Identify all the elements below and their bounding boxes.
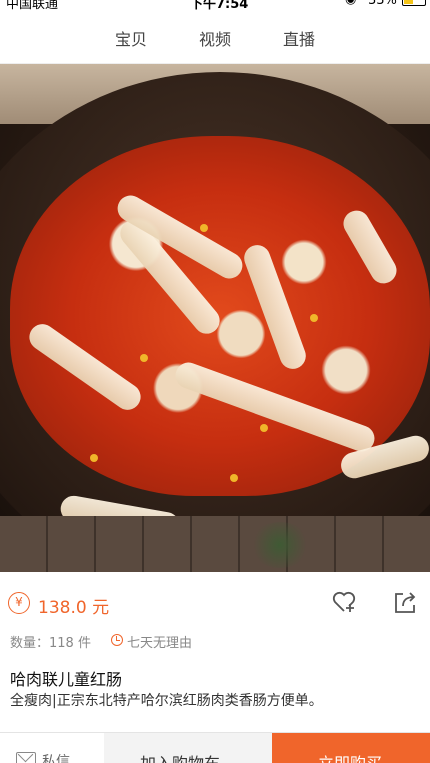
- mail-icon: [16, 752, 36, 763]
- product-subtitle: 全瘦肉|正宗东北特产哈尔滨红肠肉类香肠方便单。: [10, 693, 323, 709]
- content-tabs: 宝贝 视频 直播: [0, 12, 430, 64]
- image-strip-bottom: [0, 516, 430, 572]
- product-meta: 数量：118 件 七天无理由: [10, 632, 430, 652]
- product-price: 138.0 元: [38, 598, 110, 618]
- tab-live[interactable]: 直播: [283, 26, 315, 50]
- message-label: 私信: [42, 754, 70, 763]
- tab-video[interactable]: 视频: [199, 26, 231, 50]
- stock-quantity: 数量：118 件: [10, 636, 91, 651]
- price-row: ¥ 138.0 元: [0, 580, 430, 626]
- chili-seed: [310, 314, 318, 322]
- yen-icon: ¥: [8, 592, 30, 614]
- share-icon[interactable]: [391, 588, 419, 616]
- return-policy: 七天无理由: [127, 636, 193, 651]
- add-to-cart-label: 加入购物车: [140, 750, 220, 763]
- chili-seed: [230, 474, 238, 482]
- tab-item[interactable]: 宝贝: [115, 26, 147, 50]
- status-bar: 中国联通 ◠ 下午7:54 ◉ 33%: [0, 0, 430, 12]
- clock-icon: [111, 634, 123, 646]
- battery-icon: [402, 0, 426, 6]
- battery-percent: 33%: [368, 0, 397, 8]
- chili-seed: [200, 224, 208, 232]
- product-image[interactable]: [0, 64, 430, 516]
- add-to-cart-button[interactable]: 加入购物车: [104, 733, 272, 763]
- carrier-label: 中国联通: [6, 0, 59, 12]
- buy-now-label: 立即购买: [318, 750, 382, 763]
- clock-time: 下午7:54: [190, 0, 249, 12]
- chili-seed: [90, 454, 98, 462]
- chili-seed: [140, 354, 148, 362]
- plant-shadow: [250, 522, 310, 568]
- wifi-icon: ◠: [88, 0, 99, 7]
- action-bar: 私信 加入购物车 立即购买: [0, 732, 430, 763]
- rotation-lock-icon: ◉: [345, 0, 356, 7]
- product-title: 哈肉联儿童红肠: [10, 670, 123, 689]
- buy-now-button[interactable]: 立即购买: [272, 733, 430, 763]
- chili-seed: [260, 424, 268, 432]
- message-button[interactable]: 私信: [0, 733, 104, 763]
- favorite-heart-icon[interactable]: [330, 588, 358, 616]
